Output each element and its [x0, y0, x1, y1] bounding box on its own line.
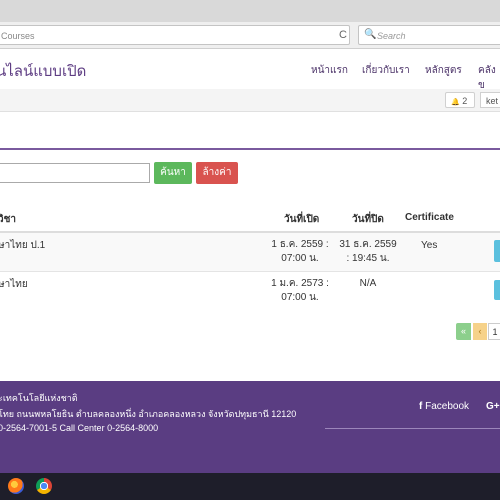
browser-title-bar [0, 0, 500, 22]
reload-icon[interactable]: C [333, 25, 353, 45]
browser-search-input[interactable]: Search [358, 25, 500, 45]
open-date-line2: 07:00 น. [281, 292, 319, 303]
close-date-line1: N/A [359, 278, 377, 289]
clear-button[interactable]: ล้างค่า [196, 162, 238, 184]
enroll-button[interactable] [494, 240, 500, 262]
column-header-close-date: วันที่ปิด [352, 214, 384, 225]
google-plus-link[interactable]: G+ [486, 401, 500, 412]
open-date-line1: 1 ธ.ค. 2559 : [271, 239, 329, 250]
chrome-icon[interactable] [36, 478, 52, 494]
course-name[interactable]: ษาไทย ป.1 [0, 239, 45, 253]
search-icon: 🔍 [364, 29, 377, 40]
footer-address: โทย ถนนพหลโยธิน ตำบลคลองหนึ่ง อำเภอคลองห… [0, 409, 297, 419]
site-brand[interactable]: นไลน์แบบเปิด [0, 59, 86, 83]
pagination-first[interactable]: « [456, 323, 471, 340]
column-header-open-date: วันที่เปิด [284, 214, 320, 225]
section-divider [0, 148, 500, 150]
close-date: 31 ธ.ค. 2559 : 19:45 น. [336, 238, 400, 266]
enroll-button[interactable] [494, 280, 500, 300]
nav-courses[interactable]: หลักสูตร [425, 63, 462, 78]
close-date-line1: 31 ธ.ค. 2559 [339, 239, 397, 250]
facebook-link[interactable]: f Facebook [419, 401, 469, 412]
open-date-line1: 1 ม.ค. 2573 : [271, 278, 329, 289]
footer-phone: 0-2564-7001-5 Call Center 0-2564-8000 [0, 423, 159, 433]
close-date-line2: : 19:45 น. [346, 253, 390, 264]
open-date: 1 ธ.ค. 2559 : 07:00 น. [268, 238, 332, 266]
address-text: Courses [1, 31, 35, 41]
pagination-prev[interactable]: ‹ [473, 323, 487, 340]
user-bar [0, 89, 500, 112]
address-bar[interactable]: Courses [0, 25, 350, 45]
notification-count: 2 [462, 96, 468, 106]
nav-about[interactable]: เกี่ยวกับเรา [362, 63, 410, 78]
footer-divider [325, 428, 500, 429]
firefox-icon[interactable] [8, 478, 24, 494]
certificate-status: Yes [421, 240, 438, 251]
nav-home[interactable]: หน้าแรก [311, 63, 348, 78]
close-date: N/A [336, 277, 400, 291]
open-date-line2: 07:00 น. [281, 253, 319, 264]
facebook-icon: f [419, 401, 423, 412]
course-name[interactable]: ษาไทย [0, 278, 28, 292]
user-menu[interactable]: ket [480, 92, 500, 108]
open-date: 1 ม.ค. 2573 : 07:00 น. [268, 277, 332, 305]
bell-icon: 🔔 [451, 99, 460, 106]
column-header-certificate: Certificate [405, 212, 454, 223]
notification-button[interactable]: 🔔 2 [445, 92, 475, 108]
course-search-input[interactable] [0, 163, 150, 183]
column-header-course: วิชา [0, 214, 17, 225]
search-button[interactable]: ค้นหา [154, 162, 192, 184]
pagination-page-1[interactable]: 1 [488, 323, 500, 340]
footer-org-name: ะเทคโนโลยีแห่งชาติ [0, 393, 78, 403]
os-taskbar [0, 473, 500, 500]
facebook-label: Facebook [425, 401, 470, 412]
